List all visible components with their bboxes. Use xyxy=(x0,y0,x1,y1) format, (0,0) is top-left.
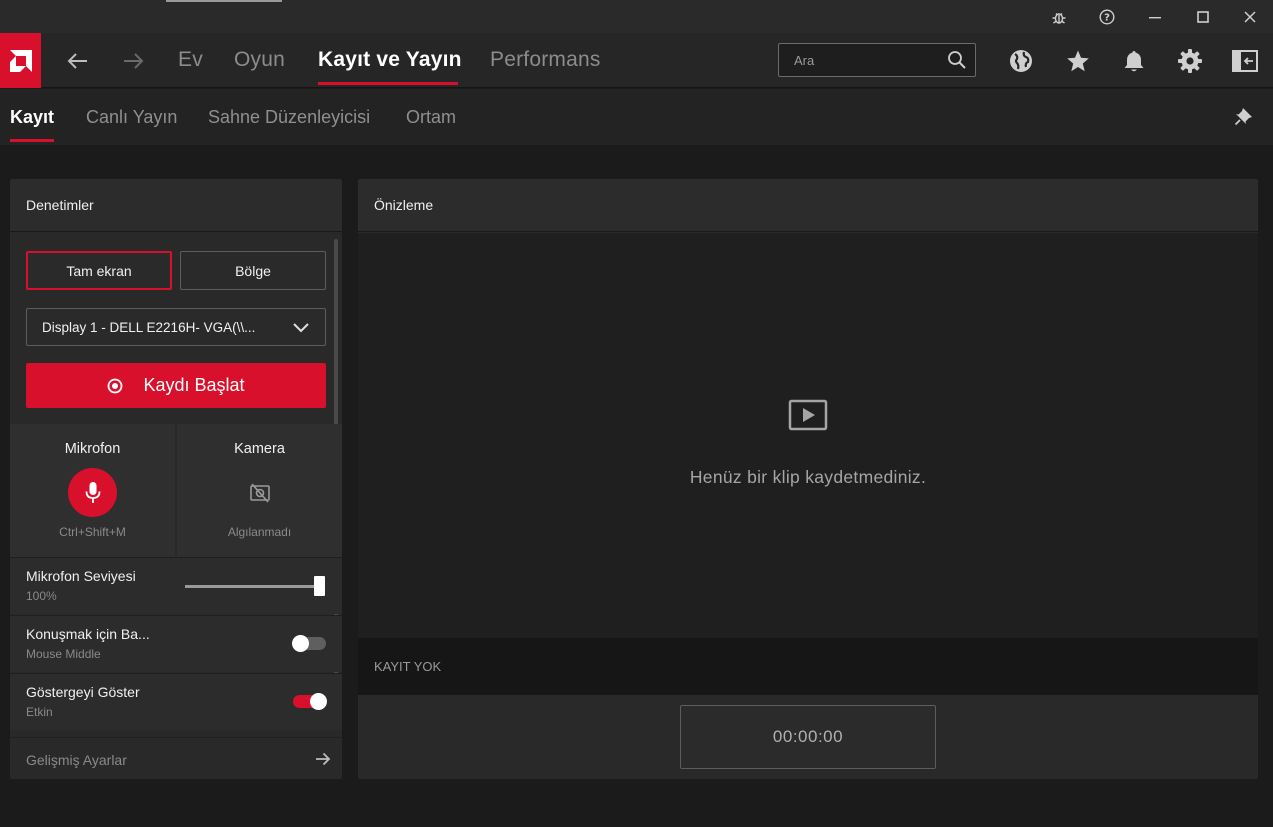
mic-level-label: Mikrofon Seviyesi xyxy=(26,568,136,584)
fullscreen-button[interactable]: Tam ekran xyxy=(26,251,172,290)
display-select-value: Display 1 - DELL E2216H- VGA(\\... xyxy=(42,320,256,335)
microphone-label: Mikrofon xyxy=(64,441,121,457)
microphone-hotkey: Ctrl+Shift+M xyxy=(59,525,126,539)
sidebar-toggle-icon[interactable] xyxy=(1229,45,1261,77)
amd-logo[interactable] xyxy=(0,33,41,88)
close-icon[interactable] xyxy=(1227,0,1273,33)
preview-panel: Önizleme Henüz bir klip kaydetmediniz. K… xyxy=(358,179,1258,779)
bug-report-icon[interactable] xyxy=(1036,0,1082,33)
camera-tile: Kamera Algılanmadı xyxy=(177,424,342,557)
pin-icon[interactable] xyxy=(1234,106,1254,131)
push-to-talk-value: Mouse Middle xyxy=(26,647,101,661)
push-to-talk-row: Konuşmak için Ba... Mouse Middle xyxy=(10,615,342,672)
toggle-knob xyxy=(292,635,309,652)
help-icon[interactable]: ? xyxy=(1084,0,1130,33)
nav-gaming[interactable]: Oyun xyxy=(234,48,285,72)
push-to-talk-label: Konuşmak için Ba... xyxy=(26,626,150,642)
search-box[interactable] xyxy=(778,43,976,77)
show-indicator-label: Göstergeyi Göster xyxy=(26,684,140,700)
notifications-bell-icon[interactable] xyxy=(1118,45,1150,77)
controls-title: Denetimler xyxy=(10,179,342,232)
recording-status-text: KAYIT YOK xyxy=(374,659,442,674)
start-recording-label: Kaydı Başlat xyxy=(143,375,245,395)
tab-active-underline xyxy=(10,139,54,142)
toggle-knob xyxy=(310,693,327,710)
sub-navbar: Kayıt Canlı Yayın Sahne Düzenleyicisi Or… xyxy=(0,89,1273,145)
preview-area: Henüz bir klip kaydetmediniz. xyxy=(358,233,1258,638)
show-indicator-toggle[interactable] xyxy=(293,693,327,710)
microphone-tile: Mikrofon Ctrl+Shift+M xyxy=(10,424,175,557)
camera-status: Algılanmadı xyxy=(227,525,292,539)
tab-scene-editor[interactable]: Sahne Düzenleyicisi xyxy=(208,107,370,128)
search-input[interactable] xyxy=(779,44,939,76)
advanced-settings-label: Gelişmiş Ayarlar xyxy=(26,752,127,768)
settings-gear-icon[interactable] xyxy=(1174,45,1206,77)
empty-clips-message: Henüz bir klip kaydetmediniz. xyxy=(689,467,927,487)
nav-record-stream[interactable]: Kayıt ve Yayın xyxy=(318,48,462,72)
controls-panel: Denetimler Tam ekran Bölge Display 1 - D… xyxy=(10,179,342,779)
mic-level-row: Mikrofon Seviyesi 100% xyxy=(10,557,342,614)
video-play-icon xyxy=(788,399,828,436)
push-to-talk-toggle[interactable] xyxy=(292,635,326,652)
minimize-icon[interactable] xyxy=(1132,0,1178,33)
arrow-right-icon xyxy=(315,752,331,771)
tab-live-stream[interactable]: Canlı Yayın xyxy=(86,107,177,128)
start-recording-button[interactable]: Kaydı Başlat xyxy=(26,363,326,408)
nav-performance[interactable]: Performans xyxy=(490,48,601,72)
title-accent-line xyxy=(166,0,282,2)
tab-record[interactable]: Kayıt xyxy=(10,107,54,128)
record-dot-icon xyxy=(107,378,123,394)
chevron-down-icon xyxy=(293,321,309,336)
region-button[interactable]: Bölge xyxy=(180,251,326,290)
mic-level-slider-track[interactable] xyxy=(185,585,323,588)
advanced-settings-link[interactable]: Gelişmiş Ayarlar xyxy=(10,737,342,779)
favorites-star-icon[interactable] xyxy=(1062,45,1094,77)
show-indicator-value: Etkin xyxy=(26,705,53,719)
maximize-icon[interactable] xyxy=(1180,0,1226,33)
forward-arrow-icon[interactable] xyxy=(119,47,149,75)
mic-level-slider-thumb[interactable] xyxy=(314,576,325,596)
back-arrow-icon[interactable] xyxy=(62,47,92,75)
camera-off-icon[interactable] xyxy=(249,482,271,509)
search-icon[interactable] xyxy=(947,50,967,75)
camera-label: Kamera xyxy=(234,441,285,457)
recording-timer: 00:00:00 xyxy=(680,705,936,769)
show-indicator-row: Göstergeyi Göster Etkin xyxy=(10,673,342,730)
title-bar: ? xyxy=(0,0,1273,33)
tab-media[interactable]: Ortam xyxy=(406,107,456,128)
svg-text:?: ? xyxy=(1104,12,1110,23)
microphone-toggle-button[interactable] xyxy=(68,468,117,517)
recording-status-bar: KAYIT YOK xyxy=(358,638,1258,695)
main-navbar: Ev Oyun Kayıt ve Yayın Performans xyxy=(0,33,1273,88)
preview-title: Önizleme xyxy=(358,179,1258,232)
display-select[interactable]: Display 1 - DELL E2216H- VGA(\\... xyxy=(26,308,326,346)
globe-icon[interactable] xyxy=(1005,45,1037,77)
nav-home[interactable]: Ev xyxy=(178,48,203,72)
nav-active-underline xyxy=(318,82,458,85)
mic-level-value: 100% xyxy=(26,589,57,603)
